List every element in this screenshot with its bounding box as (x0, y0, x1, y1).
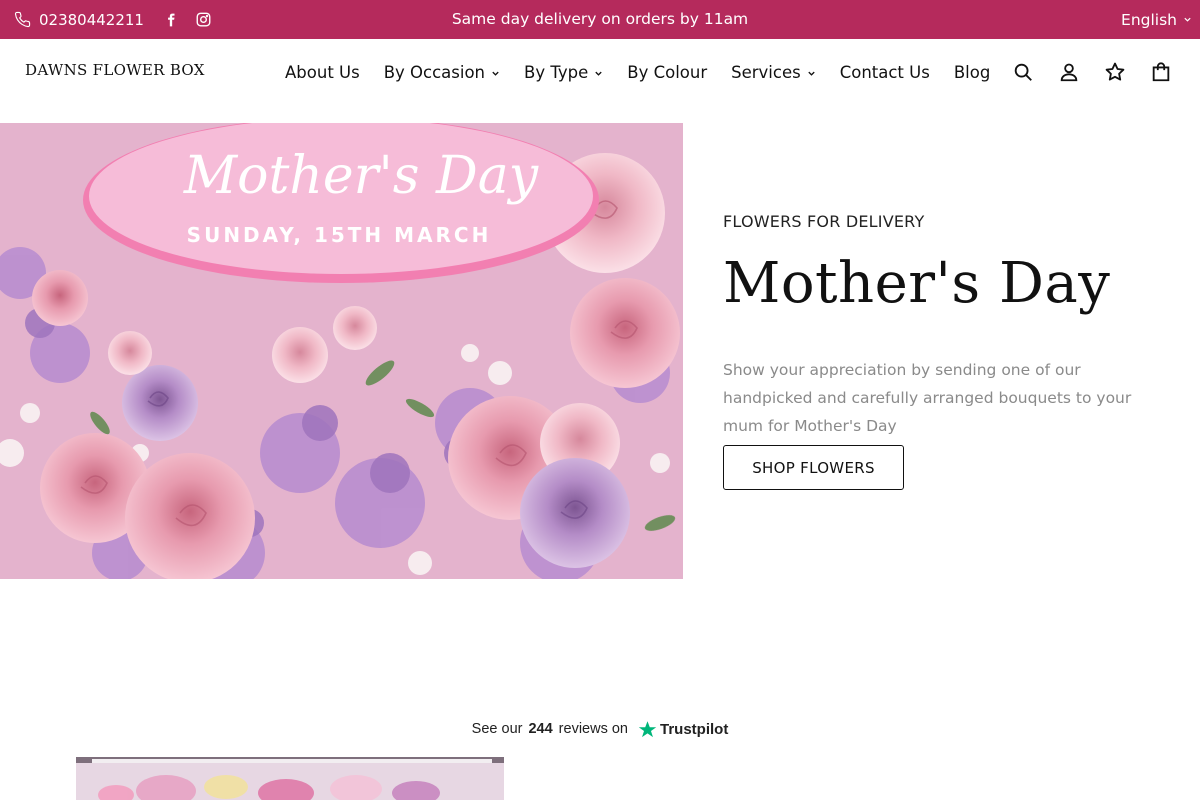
social-links (164, 0, 211, 39)
chevron-down-icon (594, 69, 603, 78)
chevron-down-icon (491, 69, 500, 78)
chevron-down-icon (1183, 15, 1192, 24)
account-icon[interactable] (1058, 61, 1080, 83)
language-selector[interactable]: English (1121, 0, 1192, 39)
phone-link[interactable]: 02380442211 (14, 0, 144, 39)
nav-by-type[interactable]: By Type (524, 63, 603, 82)
nav-services[interactable]: Services (731, 63, 816, 82)
review-count: 244 (528, 721, 553, 737)
main-nav: About Us By Occasion By Type By Colour S… (285, 39, 990, 105)
chevron-down-icon (807, 69, 816, 78)
facebook-icon[interactable] (164, 12, 178, 28)
banner-date: SUNDAY, 15TH MARCH (187, 223, 492, 247)
nav-label[interactable]: Contact Us (840, 63, 930, 82)
nav-label[interactable]: Blog (954, 63, 990, 82)
nav-label[interactable]: By Colour (627, 63, 707, 82)
cart-bag-icon[interactable] (1150, 61, 1172, 83)
nav-label[interactable]: Services (731, 63, 801, 82)
product-image[interactable] (76, 757, 504, 800)
banner-title: Mother's Day (183, 146, 539, 206)
trustpilot-star-icon (638, 720, 657, 739)
site-header: DAWNS FLOWER BOX About Us By Occasion By… (0, 39, 1200, 123)
hero-eyebrow: FLOWERS FOR DELIVERY (723, 212, 925, 231)
wishlist-star-icon[interactable] (1104, 61, 1126, 83)
trustpilot-prefix: See our (471, 721, 523, 737)
language-label[interactable]: English (1121, 11, 1177, 29)
trustpilot-logo[interactable]: Trustpilot (638, 720, 728, 739)
nav-label[interactable]: By Type (524, 63, 588, 82)
search-icon[interactable] (1012, 61, 1034, 83)
instagram-icon[interactable] (196, 12, 211, 27)
shop-flowers-button[interactable]: SHOP FLOWERS (723, 445, 904, 490)
nav-blog[interactable]: Blog (954, 63, 990, 82)
trustpilot-widget[interactable]: See our 244 reviews on Trustpilot (0, 717, 1200, 741)
nav-by-colour[interactable]: By Colour (627, 63, 707, 82)
nav-by-occasion[interactable]: By Occasion (384, 63, 500, 82)
trustpilot-brand: Trustpilot (659, 720, 729, 738)
announcement-bar: 02380442211 Same day delivery on orders … (0, 0, 1200, 39)
nav-about-us[interactable]: About Us (285, 63, 360, 82)
nav-label[interactable]: By Occasion (384, 63, 485, 82)
hero-description: Show your appreciation by sending one of… (723, 361, 1132, 435)
header-actions (1012, 39, 1172, 105)
phone-icon (14, 11, 31, 28)
hero-title: Mother's Day (723, 251, 1111, 316)
trustpilot-suffix: reviews on (558, 721, 628, 737)
site-logo[interactable]: DAWNS FLOWER BOX (25, 61, 205, 79)
nav-contact-us[interactable]: Contact Us (840, 63, 930, 82)
hero-image[interactable]: Mother's Day SUNDAY, 15TH MARCH (0, 123, 683, 579)
phone-number[interactable]: 02380442211 (39, 11, 144, 29)
nav-label[interactable]: About Us (285, 63, 360, 82)
